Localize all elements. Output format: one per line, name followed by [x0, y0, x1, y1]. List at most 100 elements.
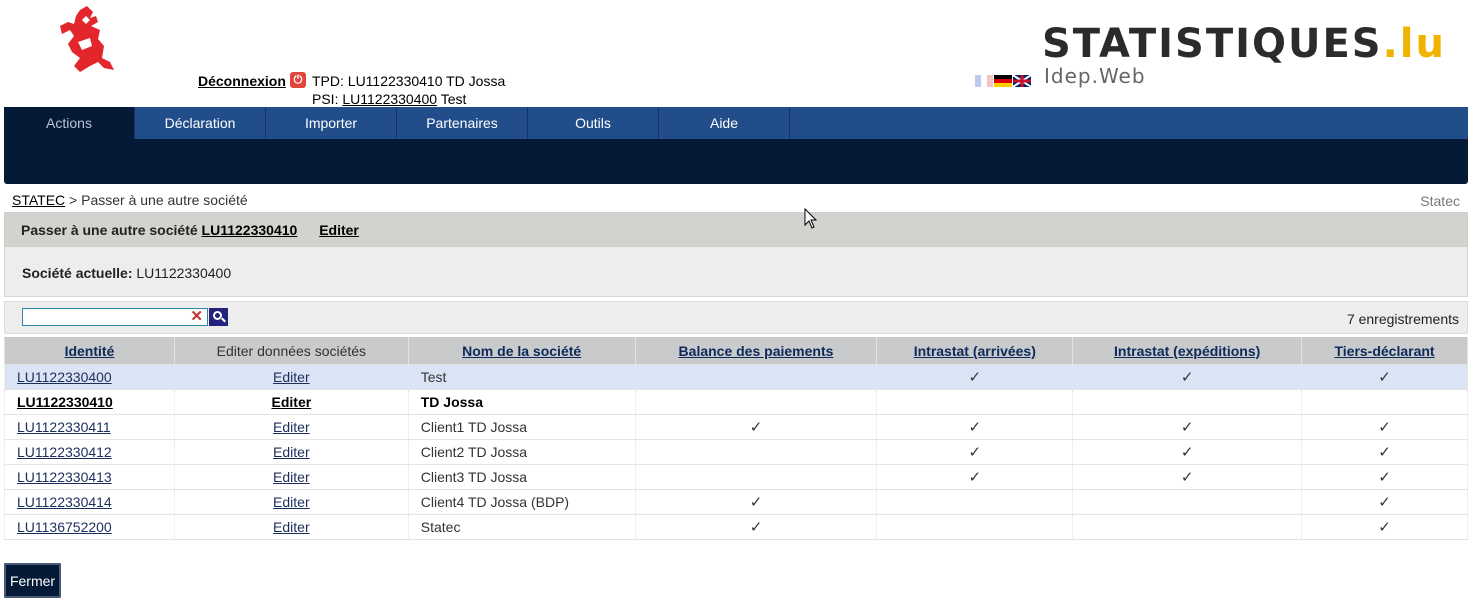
arrivees-check-icon: ✓ — [876, 364, 1074, 390]
breadcrumb-current: Passer à une autre société — [81, 192, 248, 208]
tiers-check-icon: ✓ — [1301, 414, 1468, 440]
idep-web-subtitle: Idep.Web — [1044, 64, 1146, 88]
col-header-expeditions[interactable]: Intrastat (expéditions) — [1072, 337, 1303, 365]
company-id-link[interactable]: LU1122330414 — [17, 494, 112, 510]
companies-table: Identité Editer données sociétés Nom de … — [4, 337, 1468, 540]
breadcrumb-right-label: Statec — [1420, 193, 1460, 209]
arrivees-check-icon — [876, 514, 1074, 540]
breadcrumb-separator: > — [69, 192, 78, 208]
tab-partenaires[interactable]: Partenaires — [397, 107, 528, 139]
company-name: Client2 TD Jossa — [407, 439, 636, 465]
search-input[interactable]: ✕ — [22, 308, 208, 326]
statistiques-lu-logo: STATISTIQUES.lu — [1042, 21, 1446, 67]
col-header-arrivees[interactable]: Intrastat (arrivées) — [876, 337, 1074, 365]
company-id-link[interactable]: LU1122330413 — [17, 469, 112, 485]
company-id-link[interactable]: LU1122330400 — [17, 369, 112, 385]
clear-search-icon[interactable]: ✕ — [190, 307, 203, 325]
language-flags — [975, 75, 1031, 87]
arrivees-check-icon: ✓ — [876, 439, 1074, 465]
tab-declaration[interactable]: Déclaration — [135, 107, 266, 139]
arrivees-check-icon — [876, 489, 1074, 515]
col-header-editer: Editer données sociétés — [173, 337, 409, 365]
edit-company-link[interactable]: Editer — [273, 369, 310, 385]
expeditions-check-icon — [1072, 389, 1303, 415]
company-name: Test — [407, 364, 636, 390]
bdp-check-icon — [634, 439, 878, 465]
panel-edit-link[interactable]: Editer — [319, 222, 359, 238]
breadcrumb-root-link[interactable]: STATEC — [12, 192, 65, 208]
power-icon[interactable]: ⏻ — [290, 72, 306, 88]
edit-company-link[interactable]: Editer — [273, 494, 310, 510]
logout-link[interactable]: Déconnexion — [198, 73, 286, 89]
fr-flag-icon[interactable] — [975, 75, 993, 87]
record-count: 7 enregistrements — [1346, 311, 1459, 327]
tiers-check-icon: ✓ — [1301, 514, 1468, 540]
bdp-check-icon — [634, 389, 878, 415]
arrivees-check-icon — [876, 389, 1074, 415]
tiers-check-icon: ✓ — [1301, 464, 1468, 490]
edit-company-link[interactable]: Editer — [273, 469, 310, 485]
table-row[interactable]: LU1122330412 Editer Client2 TD Jossa ✓ ✓… — [4, 439, 1468, 465]
tiers-check-icon: ✓ — [1301, 364, 1468, 390]
panel-title-company-link[interactable]: LU1122330410 — [202, 222, 298, 238]
edit-company-link[interactable]: Editer — [272, 394, 312, 410]
tiers-check-icon: ✓ — [1301, 489, 1468, 515]
expeditions-check-icon: ✓ — [1072, 364, 1303, 390]
table-row[interactable]: LU1122330410 Editer TD Jossa — [4, 389, 1468, 415]
edit-company-link[interactable]: Editer — [273, 444, 310, 460]
panel-header: Passer à une autre société LU1122330410 … — [4, 212, 1468, 247]
expeditions-check-icon: ✓ — [1072, 414, 1303, 440]
psi-prefix: PSI: — [312, 91, 339, 107]
search-bar: ✕ 7 enregistrements — [4, 301, 1468, 334]
company-id-link[interactable]: LU1122330410 — [17, 394, 113, 410]
col-header-bdp[interactable]: Balance des paiements — [634, 337, 878, 365]
main-nav: Actions Déclaration Importer Partenaires… — [4, 107, 1468, 184]
company-id-link[interactable]: LU1122330411 — [17, 419, 111, 435]
table-row[interactable]: LU1122330413 Editer Client3 TD Jossa ✓ ✓… — [4, 464, 1468, 490]
edit-company-link[interactable]: Editer — [273, 519, 310, 535]
bdp-check-icon — [634, 364, 878, 390]
close-button[interactable]: Fermer — [4, 563, 61, 598]
expeditions-check-icon: ✓ — [1072, 439, 1303, 465]
bdp-check-icon: ✓ — [634, 414, 878, 440]
table-row[interactable]: LU1122330411 Editer Client1 TD Jossa ✓ ✓… — [4, 414, 1468, 440]
nav-tab-bar: Actions Déclaration Importer Partenaires… — [4, 107, 1468, 139]
bdp-check-icon — [634, 464, 878, 490]
expeditions-check-icon — [1072, 489, 1303, 515]
tab-outils[interactable]: Outils — [528, 107, 659, 139]
mouse-cursor-icon — [804, 208, 818, 229]
gb-flag-icon[interactable] — [1013, 75, 1031, 87]
psi-company-link[interactable]: LU1122330400 — [342, 91, 437, 107]
expeditions-check-icon: ✓ — [1072, 464, 1303, 490]
de-flag-icon[interactable] — [994, 75, 1012, 87]
current-company-label: Société actuelle: — [22, 265, 133, 281]
company-id-link[interactable]: LU1122330412 — [17, 444, 112, 460]
tab-actions[interactable]: Actions — [4, 107, 135, 139]
company-name: Client1 TD Jossa — [407, 414, 636, 440]
expeditions-check-icon — [1072, 514, 1303, 540]
search-button[interactable] — [209, 308, 228, 326]
luxembourg-lion-logo-icon — [60, 6, 114, 72]
tiers-check-icon: ✓ — [1301, 439, 1468, 465]
arrivees-check-icon: ✓ — [876, 414, 1074, 440]
edit-company-link[interactable]: Editer — [273, 419, 310, 435]
tiers-check-icon — [1301, 389, 1468, 415]
table-row[interactable]: LU1122330400 Editer Test ✓ ✓ ✓ — [4, 364, 1468, 390]
col-header-identite[interactable]: Identité — [4, 337, 175, 365]
table-row[interactable]: LU1136752200 Editer Statec ✓ ✓ — [4, 514, 1468, 540]
table-header-row: Identité Editer données sociétés Nom de … — [4, 337, 1468, 365]
company-name: Client3 TD Jossa — [407, 464, 636, 490]
tab-importer[interactable]: Importer — [266, 107, 397, 139]
arrivees-check-icon: ✓ — [876, 464, 1074, 490]
table-row[interactable]: LU1122330414 Editer Client4 TD Jossa (BD… — [4, 489, 1468, 515]
tab-aide[interactable]: Aide — [659, 107, 790, 139]
col-header-nom[interactable]: Nom de la société — [407, 337, 636, 365]
company-name: Client4 TD Jossa (BDP) — [407, 489, 636, 515]
tpd-info: TPD: LU1122330410 TD Jossa — [312, 73, 506, 89]
col-header-tiers[interactable]: Tiers-déclarant — [1301, 337, 1468, 365]
company-id-link[interactable]: LU1136752200 — [17, 519, 112, 535]
psi-suffix: Test — [440, 91, 467, 107]
breadcrumb: STATEC > Passer à une autre société — [12, 192, 248, 208]
bdp-check-icon: ✓ — [634, 514, 878, 540]
panel-title: Passer à une autre société — [21, 222, 198, 238]
